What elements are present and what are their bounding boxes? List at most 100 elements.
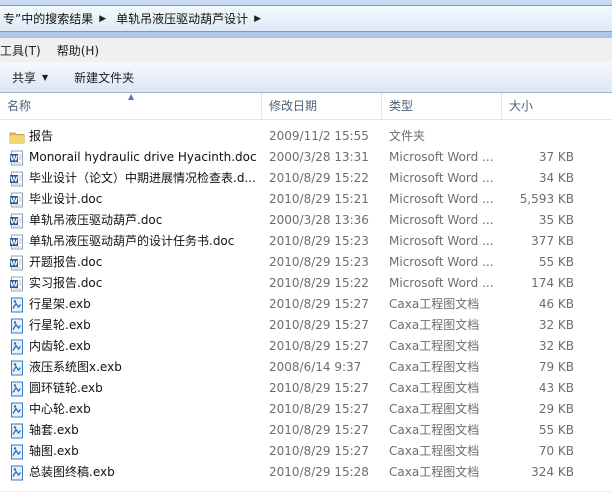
file-type: Caxa工程图文档 [389, 423, 480, 437]
file-size: 174 KB [531, 276, 574, 290]
svg-text:W: W [10, 176, 18, 184]
word-doc-icon: W [9, 192, 25, 208]
file-size: 70 KB [538, 444, 574, 458]
file-type: Microsoft Word ... [389, 171, 494, 185]
file-row[interactable]: W 开题报告.doc 2010/8/29 15:23 Microsoft Word .… [0, 252, 612, 273]
file-row[interactable]: 轴图.exb 2010/8/29 15:27 Caxa工程图文档 70 KB [0, 441, 612, 462]
file-modified-date: 2000/3/28 13:31 [269, 150, 369, 164]
file-modified-date: 2010/8/29 15:27 [269, 423, 369, 437]
file-modified-date: 2010/8/29 15:27 [269, 381, 369, 395]
file-modified-date: 2010/8/29 15:27 [269, 339, 369, 353]
caxa-exb-icon [9, 297, 25, 313]
caxa-exb-icon [9, 318, 25, 334]
svg-text:W: W [10, 281, 18, 289]
file-type: Caxa工程图文档 [389, 360, 480, 374]
file-type: Caxa工程图文档 [389, 297, 480, 311]
file-name: Monorail hydraulic drive Hyacinth.doc [29, 150, 257, 164]
file-size: 32 KB [538, 318, 574, 332]
file-name: 轴套.exb [29, 423, 79, 437]
column-header-date[interactable]: 修改日期 [262, 93, 382, 119]
file-name: 单轨吊液压驱动葫芦的设计任务书.doc [29, 234, 235, 248]
file-type: Microsoft Word ... [389, 276, 494, 290]
breadcrumb-separator-icon[interactable]: ▶ [252, 14, 263, 24]
file-type: Caxa工程图文档 [389, 402, 480, 416]
column-header-type[interactable]: 类型 [382, 93, 502, 119]
column-header: ▲ 名称 修改日期 类型 大小 [0, 92, 612, 120]
file-modified-date: 2010/8/29 15:28 [269, 465, 369, 479]
file-row[interactable]: 行星轮.exb 2010/8/29 15:27 Caxa工程图文档 32 KB [0, 315, 612, 336]
word-doc-icon: W [9, 276, 25, 292]
new-folder-button[interactable]: 新建文件夹 [62, 69, 148, 86]
file-row[interactable]: W 单轨吊液压驱动葫芦的设计任务书.doc 2010/8/29 15:23 Micro… [0, 231, 612, 252]
caxa-exb-icon [9, 444, 25, 460]
menu-tools[interactable]: 工具(T) [0, 42, 49, 59]
file-name: 中心轮.exb [29, 402, 91, 416]
new-folder-button-label: 新建文件夹 [74, 70, 135, 85]
file-row[interactable]: W Monorail hydraulic drive Hyacinth.doc 20… [0, 147, 612, 168]
file-row[interactable]: 内齿轮.exb 2010/8/29 15:27 Caxa工程图文档 32 KB [0, 336, 612, 357]
address-bar[interactable]: 专”中的搜索结果 ▶ 单轨吊液压驱动葫芦设计 ▶ [0, 5, 612, 32]
file-row[interactable]: 轴套.exb 2010/8/29 15:27 Caxa工程图文档 55 KB [0, 420, 612, 441]
word-doc-icon: W [9, 234, 25, 250]
file-size: 29 KB [538, 402, 574, 416]
chevron-down-icon: ▼ [42, 72, 49, 82]
breadcrumb-current-folder[interactable]: 单轨吊液压驱动葫芦设计 [108, 10, 252, 27]
caxa-exb-icon [9, 465, 25, 481]
file-name: 毕业设计.doc [29, 192, 103, 206]
file-type: Caxa工程图文档 [389, 381, 480, 395]
file-name: 行星架.exb [29, 297, 91, 311]
file-modified-date: 2010/8/29 15:23 [269, 255, 369, 269]
file-type: Caxa工程图文档 [389, 318, 480, 332]
file-row[interactable]: 报告 2009/11/2 15:55 文件夹 [0, 126, 612, 147]
file-row[interactable]: W 毕业设计（论文）中期进展情况检查表.d... 2010/8/29 15:22 Mi… [0, 168, 612, 189]
file-row[interactable]: 总装图终稿.exb 2010/8/29 15:28 Caxa工程图文档 324 KB [0, 462, 612, 483]
caxa-exb-icon [9, 423, 25, 439]
file-row[interactable]: W 毕业设计.doc 2010/8/29 15:21 Microsoft Word .… [0, 189, 612, 210]
file-size: 377 KB [531, 234, 574, 248]
word-doc-icon: W [9, 255, 25, 271]
file-modified-date: 2010/8/29 15:22 [269, 171, 369, 185]
file-row[interactable]: 圆环链轮.exb 2010/8/29 15:27 Caxa工程图文档 43 KB [0, 378, 612, 399]
file-name: 轴图.exb [29, 444, 79, 458]
file-size: 43 KB [538, 381, 574, 395]
word-doc-icon: W [9, 213, 25, 229]
file-modified-date: 2009/11/2 15:55 [269, 129, 369, 143]
svg-text:W: W [10, 260, 18, 268]
file-row[interactable]: W 实习报告.doc 2010/8/29 15:22 Microsoft Word .… [0, 273, 612, 294]
menu-help[interactable]: 帮助(H) [49, 42, 107, 59]
file-modified-date: 2010/8/29 15:27 [269, 318, 369, 332]
file-row[interactable]: 液压系统图x.exb 2008/6/14 9:37 Caxa工程图文档 79 KB [0, 357, 612, 378]
file-size: 32 KB [538, 339, 574, 353]
file-list: 报告 2009/11/2 15:55 文件夹 W Monorail hydraulic … [0, 126, 612, 483]
file-modified-date: 2010/8/29 15:21 [269, 192, 369, 206]
command-toolbar: 共享 ▼ 新建文件夹 [0, 62, 612, 93]
file-modified-date: 2010/8/29 15:27 [269, 402, 369, 416]
svg-text:W: W [10, 155, 18, 163]
file-type: Microsoft Word ... [389, 255, 494, 269]
column-header-name[interactable]: 名称 [0, 93, 262, 119]
file-name: 实习报告.doc [29, 276, 103, 290]
file-name: 毕业设计（论文）中期进展情况检查表.d... [29, 171, 256, 185]
file-modified-date: 2010/8/29 15:22 [269, 276, 369, 290]
file-size: 5,593 KB [519, 192, 574, 206]
file-name: 总装图终稿.exb [29, 465, 115, 479]
column-header-size[interactable]: 大小 [502, 93, 612, 119]
file-type: Microsoft Word ... [389, 213, 494, 227]
caxa-exb-icon [9, 339, 25, 355]
breadcrumb-search-results[interactable]: 专”中的搜索结果 [0, 10, 97, 27]
file-size: 34 KB [538, 171, 574, 185]
file-row[interactable]: W 单轨吊液压驱动葫芦.doc 2000/3/28 13:36 Microsoft W… [0, 210, 612, 231]
file-size: 55 KB [538, 423, 574, 437]
file-row[interactable]: 行星架.exb 2010/8/29 15:27 Caxa工程图文档 46 KB [0, 294, 612, 315]
share-button[interactable]: 共享 ▼ [0, 69, 62, 86]
svg-text:W: W [10, 197, 18, 205]
file-row[interactable]: 中心轮.exb 2010/8/29 15:27 Caxa工程图文档 29 KB [0, 399, 612, 420]
file-type: Caxa工程图文档 [389, 339, 480, 353]
file-size: 55 KB [538, 255, 574, 269]
breadcrumb-separator-icon[interactable]: ▶ [97, 14, 108, 24]
file-type: Caxa工程图文档 [389, 465, 480, 479]
caxa-exb-icon [9, 402, 25, 418]
file-name: 行星轮.exb [29, 318, 91, 332]
file-size: 37 KB [538, 150, 574, 164]
file-modified-date: 2010/8/29 15:27 [269, 444, 369, 458]
